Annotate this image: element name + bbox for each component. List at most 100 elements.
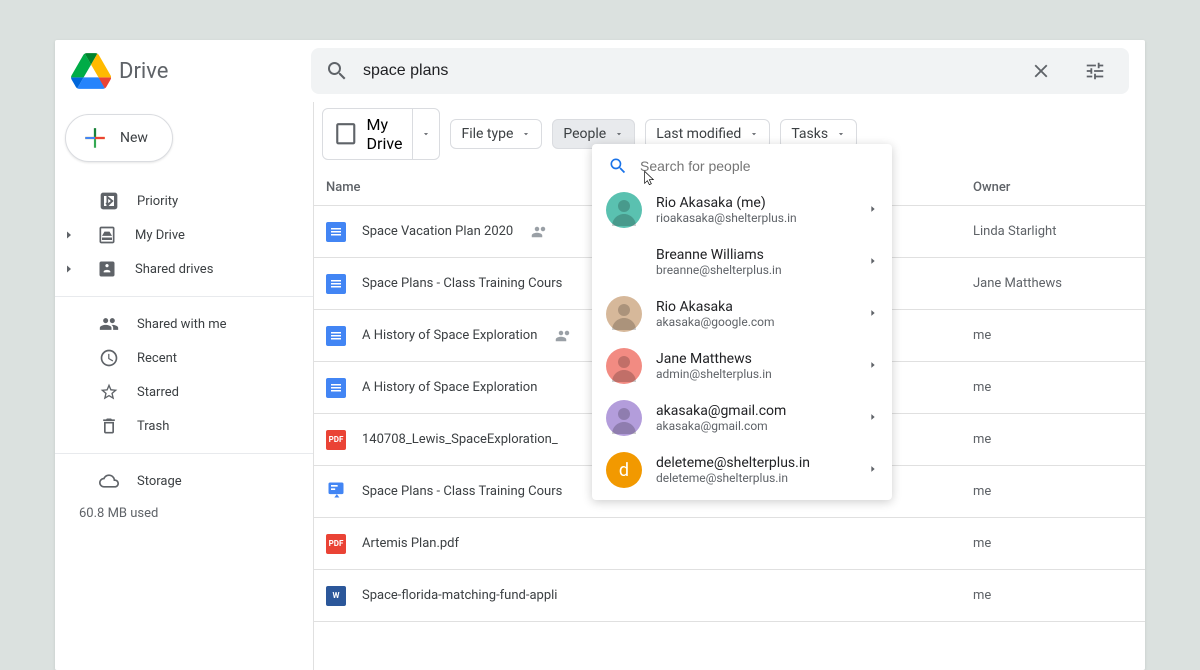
- file-type-icon: W: [326, 586, 346, 606]
- person-expand[interactable]: [868, 253, 878, 272]
- chevron-down-icon: [749, 129, 759, 139]
- people-search-row: [592, 144, 892, 184]
- shared-icon: [531, 223, 549, 241]
- file-type-icon: [326, 222, 346, 242]
- person-expand[interactable]: [868, 461, 878, 480]
- person-name: Rio Akasaka (me): [656, 195, 854, 211]
- person-name: deleteme@shelterplus.in: [656, 455, 854, 471]
- sidebar-label: Shared with me: [137, 317, 227, 332]
- chip-label: People: [563, 126, 606, 142]
- person-row[interactable]: Rio Akasaka akasaka@google.com: [592, 288, 892, 340]
- tune-icon: [1084, 60, 1106, 82]
- person-name: Breanne Williams: [656, 247, 854, 263]
- person-email: akasaka@gmail.com: [656, 419, 854, 433]
- sidebar-label: Starred: [137, 385, 179, 400]
- sidebar-item-shared-drives[interactable]: Shared drives: [55, 252, 313, 286]
- sidebar-label: My Drive: [135, 228, 185, 243]
- search-bar[interactable]: [311, 48, 1129, 94]
- search-clear-button[interactable]: [1021, 51, 1061, 91]
- avatar: d: [606, 452, 642, 488]
- search-icon: [325, 59, 349, 83]
- person-row[interactable]: Breanne Williams breanne@shelterplus.in: [592, 236, 892, 288]
- file-name: A History of Space Exploration: [362, 380, 537, 395]
- trash-icon: [99, 416, 119, 436]
- plus-icon: [82, 125, 108, 151]
- col-owner[interactable]: Owner: [973, 180, 1133, 195]
- expand-icon[interactable]: [63, 263, 75, 275]
- file-owner: Linda Starlight: [973, 224, 1133, 239]
- person-email: breanne@shelterplus.in: [656, 263, 854, 277]
- divider: [55, 296, 313, 297]
- logo-section[interactable]: Drive: [71, 51, 271, 91]
- sidebar-label: Trash: [137, 419, 169, 434]
- person-row[interactable]: Jane Matthews admin@shelterplus.in: [592, 340, 892, 392]
- sidebar-label: Shared drives: [135, 262, 213, 277]
- avatar: [606, 192, 642, 228]
- chip-location[interactable]: My Drive: [322, 108, 440, 160]
- file-type-icon: [326, 480, 346, 504]
- sidebar-item-shared-with-me[interactable]: Shared with me: [55, 307, 313, 341]
- search-options-button[interactable]: [1075, 51, 1115, 91]
- person-expand[interactable]: [868, 357, 878, 376]
- person-email: admin@shelterplus.in: [656, 367, 854, 381]
- chip-location-dropdown[interactable]: [412, 109, 439, 159]
- person-email: akasaka@google.com: [656, 315, 854, 329]
- avatar: [606, 296, 642, 332]
- chip-file-type[interactable]: File type: [450, 119, 542, 149]
- chevron-down-icon: [521, 129, 531, 139]
- storage-icon: [99, 471, 119, 491]
- sidebar-item-recent[interactable]: Recent: [55, 341, 313, 375]
- search-input[interactable]: [363, 62, 1007, 80]
- file-name: A History of Space Exploration: [362, 328, 537, 343]
- person-expand[interactable]: [868, 305, 878, 324]
- file-type-icon: PDF: [326, 534, 346, 554]
- table-row[interactable]: PDF Artemis Plan.pdf me: [314, 518, 1145, 570]
- chevron-down-icon: [836, 129, 846, 139]
- sidebar-item-priority[interactable]: Priority: [55, 184, 313, 218]
- file-name: Space Plans - Class Training Cours: [362, 276, 562, 291]
- expand-icon[interactable]: [63, 229, 75, 241]
- sidebar-label: Storage: [137, 474, 182, 489]
- chip-label: Last modified: [656, 126, 741, 142]
- my-drive-icon: [97, 225, 117, 245]
- sidebar-item-my-drive[interactable]: My Drive: [55, 218, 313, 252]
- sidebar-item-trash[interactable]: Trash: [55, 409, 313, 443]
- chip-location-main[interactable]: My Drive: [323, 109, 412, 159]
- person-expand[interactable]: [868, 201, 878, 220]
- person-name: Rio Akasaka: [656, 299, 854, 315]
- file-type-icon: [326, 378, 346, 398]
- file-owner: me: [973, 536, 1133, 551]
- sidebar-item-storage[interactable]: Storage: [55, 464, 313, 498]
- file-owner: me: [973, 380, 1133, 395]
- divider: [55, 453, 313, 454]
- file-name: Artemis Plan.pdf: [362, 536, 459, 551]
- shared-drives-icon: [97, 259, 117, 279]
- file-type-icon: [326, 274, 346, 294]
- close-icon: [1030, 60, 1052, 82]
- file-type-icon: [326, 326, 346, 346]
- file-owner: me: [973, 588, 1133, 603]
- new-button[interactable]: New: [65, 114, 173, 162]
- app-window: Drive New: [55, 40, 1145, 670]
- file-owner: me: [973, 328, 1133, 343]
- person-row[interactable]: akasaka@gmail.com akasaka@gmail.com: [592, 392, 892, 444]
- chip-label: File type: [461, 126, 513, 142]
- main: New Priority My Drive Shared drives: [55, 102, 1145, 670]
- product-name: Drive: [119, 59, 168, 84]
- people-search-input[interactable]: [640, 158, 876, 174]
- priority-icon: [99, 191, 119, 211]
- people-popover: Rio Akasaka (me) rioakasaka@shelterplus.…: [592, 144, 892, 500]
- shared-with-me-icon: [99, 314, 119, 334]
- sidebar-item-starred[interactable]: Starred: [55, 375, 313, 409]
- person-expand[interactable]: [868, 409, 878, 428]
- chip-label: Tasks: [791, 126, 828, 142]
- chevron-down-icon: [421, 129, 431, 139]
- table-row[interactable]: W Space-florida-matching-fund-appli me: [314, 570, 1145, 622]
- person-email: deleteme@shelterplus.in: [656, 471, 854, 485]
- file-name: Space Plans - Class Training Cours: [362, 484, 562, 499]
- person-row[interactable]: Rio Akasaka (me) rioakasaka@shelterplus.…: [592, 184, 892, 236]
- person-row[interactable]: d deleteme@shelterplus.in deleteme@shelt…: [592, 444, 892, 496]
- file-name: Space Vacation Plan 2020: [362, 224, 513, 239]
- drive-logo-icon: [71, 51, 111, 91]
- sidebar: New Priority My Drive Shared drives: [55, 102, 313, 670]
